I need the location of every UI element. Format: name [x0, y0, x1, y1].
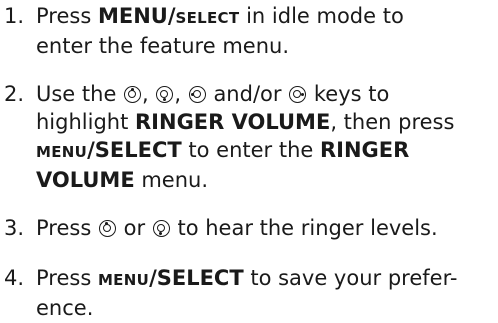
step-3: 3. Press or to hear the ringer levels.	[4, 214, 494, 242]
separator: or	[116, 216, 152, 240]
step-number: 2.	[4, 82, 25, 106]
step-text: ence.	[36, 296, 94, 320]
step-number: 1.	[4, 4, 25, 28]
step-text: enter the feature menu.	[36, 34, 289, 58]
menu-key-label: MENU	[36, 143, 88, 161]
step-line: VOLUME menu.	[4, 166, 494, 194]
step-2: 2. Use the , , and/or keys to highlight R…	[4, 80, 494, 194]
step-text: to hear the ringer levels.	[170, 216, 438, 240]
step-text: menu.	[134, 168, 209, 192]
step-number: 3.	[4, 216, 25, 240]
select-key-label: SELECT	[175, 9, 240, 27]
down-key-icon	[152, 220, 170, 237]
right-key-icon	[289, 86, 307, 103]
volume-label: VOLUME	[36, 168, 135, 192]
step-number: 4.	[4, 266, 25, 290]
step-text: , then press	[330, 110, 455, 134]
left-key-icon	[188, 86, 206, 103]
up-key-icon	[124, 86, 142, 103]
step-text: keys to	[307, 82, 390, 106]
menu-key-label: MENU	[97, 271, 150, 289]
step-text: highlight	[36, 110, 136, 134]
step-line: MENU/SELECT to enter the RINGER	[4, 136, 494, 166]
ringer-volume-label: RINGER VOLUME	[135, 110, 331, 134]
step-text: to save your prefer-	[243, 266, 458, 290]
step-1: 1. Press MENU/SELECT in idle mode to ente…	[4, 2, 494, 60]
step-text: Use the	[36, 82, 124, 106]
down-key-icon	[156, 86, 174, 103]
step-text: Press	[36, 4, 98, 28]
step-4: 4. Press MENU/SELECT to save your prefer-…	[4, 264, 494, 322]
separator: ,	[174, 82, 188, 106]
separator: ,	[142, 82, 156, 106]
step-text: in idle mode to	[239, 4, 404, 28]
step-text: Press	[36, 216, 98, 240]
ringer-label: RINGER	[319, 138, 410, 162]
select-key-label: /SELECT	[87, 138, 182, 162]
menu-key-label: MENU/	[97, 4, 176, 28]
step-text: to enter the	[181, 138, 320, 162]
step-text: Press	[36, 266, 98, 290]
step-line: highlight RINGER VOLUME, then press	[4, 108, 494, 136]
up-key-icon	[98, 220, 116, 237]
separator: and/or	[206, 82, 289, 106]
select-key-label: /SELECT	[149, 266, 244, 290]
